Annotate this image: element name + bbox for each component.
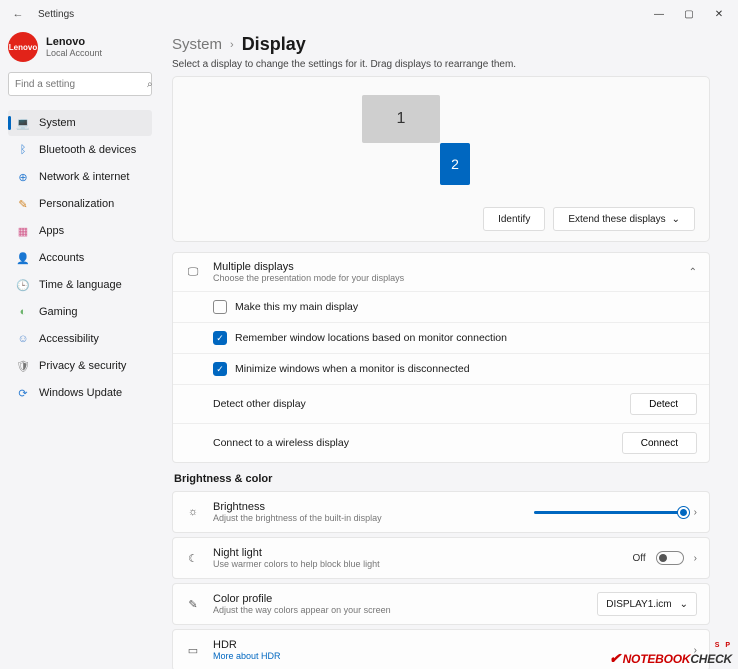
identify-button[interactable]: Identify	[483, 207, 545, 231]
nav-icon: ᛒ	[16, 144, 30, 156]
maximize-button[interactable]: ▢	[674, 0, 704, 28]
back-button[interactable]: ←	[4, 8, 32, 20]
nav-label: Gaming	[39, 306, 78, 318]
palette-icon: ✎	[185, 598, 201, 611]
checkbox-checked[interactable]: ✓	[213, 362, 227, 376]
display-stage[interactable]: 1 2	[187, 87, 695, 207]
avatar: Lenovo	[8, 32, 38, 62]
hdr-icon: ▭	[185, 644, 201, 657]
nav-item-bluetooth-devices[interactable]: ᛒ Bluetooth & devices	[8, 137, 152, 163]
row-detect-display: Detect other display Detect	[173, 385, 709, 424]
chevron-up-icon: ⌃	[689, 267, 697, 278]
search-box[interactable]: ⌕	[8, 72, 152, 96]
monitor-1[interactable]: 1	[362, 95, 440, 143]
page-hint: Select a display to change the settings …	[172, 59, 710, 70]
option-main-display[interactable]: Make this my main display	[173, 292, 709, 323]
nav-icon: ▦	[16, 225, 30, 238]
nav-list: 💻 System ᛒ Bluetooth & devices ⊕ Network & in…	[8, 110, 152, 406]
nav-item-accessibility[interactable]: ☺ Accessibility	[8, 326, 152, 352]
nav-icon: 💻	[16, 117, 30, 130]
nav-label: Apps	[39, 225, 64, 237]
close-button[interactable]: ✕	[704, 0, 734, 28]
minimize-button[interactable]: —	[644, 0, 674, 28]
brightness-setting[interactable]: ☼ Brightness Adjust the brightness of th…	[172, 491, 710, 533]
profile-block[interactable]: Lenovo Lenovo Local Account	[8, 32, 152, 62]
monitor-2[interactable]: 2	[440, 143, 470, 185]
nav-item-apps[interactable]: ▦ Apps	[8, 218, 152, 244]
breadcrumb-parent[interactable]: System	[172, 36, 222, 53]
checkbox-checked[interactable]: ✓	[213, 331, 227, 345]
nav-item-personalization[interactable]: ✎ Personalization	[8, 191, 152, 217]
nav-label: Personalization	[39, 198, 114, 210]
sidebar: Lenovo Lenovo Local Account ⌕ 💻 System ᛒ Bl…	[0, 28, 158, 669]
moon-icon: ☾	[185, 552, 201, 565]
nav-icon: ✎	[16, 198, 30, 211]
nav-label: Accessibility	[39, 333, 99, 345]
nav-item-time-language[interactable]: 🕒 Time & language	[8, 272, 152, 298]
breadcrumb: System › Display	[172, 34, 710, 55]
chevron-down-icon: ⌄	[672, 214, 680, 225]
night-light-toggle[interactable]	[656, 551, 684, 565]
nav-item-accounts[interactable]: 👤 Accounts	[8, 245, 152, 271]
nav-icon: ◐	[16, 306, 30, 318]
window-title: Settings	[32, 9, 74, 20]
chevron-down-icon: ⌄	[680, 599, 688, 610]
display-arrange-panel: 1 2 Identify Extend these displays⌄	[172, 76, 710, 242]
profile-name: Lenovo	[46, 36, 102, 48]
checkbox[interactable]	[213, 300, 227, 314]
detect-button[interactable]: Detect	[630, 393, 697, 415]
nav-icon: 👤	[16, 252, 30, 265]
color-profile-setting[interactable]: ✎ Color profile Adjust the way colors ap…	[172, 583, 710, 625]
option-minimize-disconnect[interactable]: ✓ Minimize windows when a monitor is dis…	[173, 354, 709, 385]
page-title: Display	[242, 34, 306, 55]
nav-label: Privacy & security	[39, 360, 126, 372]
nav-label: System	[39, 117, 76, 129]
shield-check-icon: ✔	[609, 650, 621, 667]
multiple-displays-header[interactable]: 🖵 Multiple displays Choose the presentat…	[173, 253, 709, 292]
multiple-displays-card: 🖵 Multiple displays Choose the presentat…	[172, 252, 710, 463]
chevron-right-icon: ›	[694, 553, 697, 564]
nav-item-privacy-security[interactable]: 🛡 Privacy & security	[8, 353, 152, 379]
chevron-right-icon: ›	[230, 39, 234, 51]
watermark: S P ✔ NOTEBOOKCHECK	[609, 650, 732, 667]
nav-item-system[interactable]: 💻 System	[8, 110, 152, 136]
nav-label: Windows Update	[39, 387, 122, 399]
search-input[interactable]	[15, 79, 147, 90]
nav-item-gaming[interactable]: ◐ Gaming	[8, 299, 152, 325]
hdr-link[interactable]: More about HDR	[213, 651, 281, 661]
night-light-setting[interactable]: ☾ Night light Use warmer colors to help …	[172, 537, 710, 579]
main-content: System › Display Select a display to cha…	[158, 28, 738, 669]
profile-sub: Local Account	[46, 48, 102, 58]
nav-icon: ⊕	[16, 171, 30, 184]
chevron-right-icon: ›	[694, 507, 697, 518]
window-controls: — ▢ ✕	[644, 0, 734, 28]
row-wireless-display: Connect to a wireless display Connect	[173, 424, 709, 462]
connect-button[interactable]: Connect	[622, 432, 697, 454]
section-brightness: Brightness & color	[174, 473, 710, 485]
nav-icon: ⟳	[16, 387, 30, 400]
option-remember-locations[interactable]: ✓ Remember window locations based on mon…	[173, 323, 709, 354]
monitors-icon: 🖵	[185, 266, 201, 279]
nav-icon: 🛡	[16, 360, 30, 373]
nav-icon: 🕒	[16, 279, 30, 292]
color-profile-dropdown[interactable]: DISPLAY1.icm⌄	[597, 592, 697, 616]
nav-label: Network & internet	[39, 171, 129, 183]
brightness-slider[interactable]	[534, 511, 684, 514]
nav-label: Accounts	[39, 252, 84, 264]
extend-dropdown[interactable]: Extend these displays⌄	[553, 207, 695, 231]
titlebar: ← Settings — ▢ ✕	[0, 0, 738, 28]
nav-label: Bluetooth & devices	[39, 144, 136, 156]
nav-item-windows-update[interactable]: ⟳ Windows Update	[8, 380, 152, 406]
sun-icon: ☼	[185, 506, 201, 518]
nav-item-network-internet[interactable]: ⊕ Network & internet	[8, 164, 152, 190]
nav-icon: ☺	[16, 333, 30, 345]
search-icon: ⌕	[147, 79, 153, 90]
nav-label: Time & language	[39, 279, 122, 291]
